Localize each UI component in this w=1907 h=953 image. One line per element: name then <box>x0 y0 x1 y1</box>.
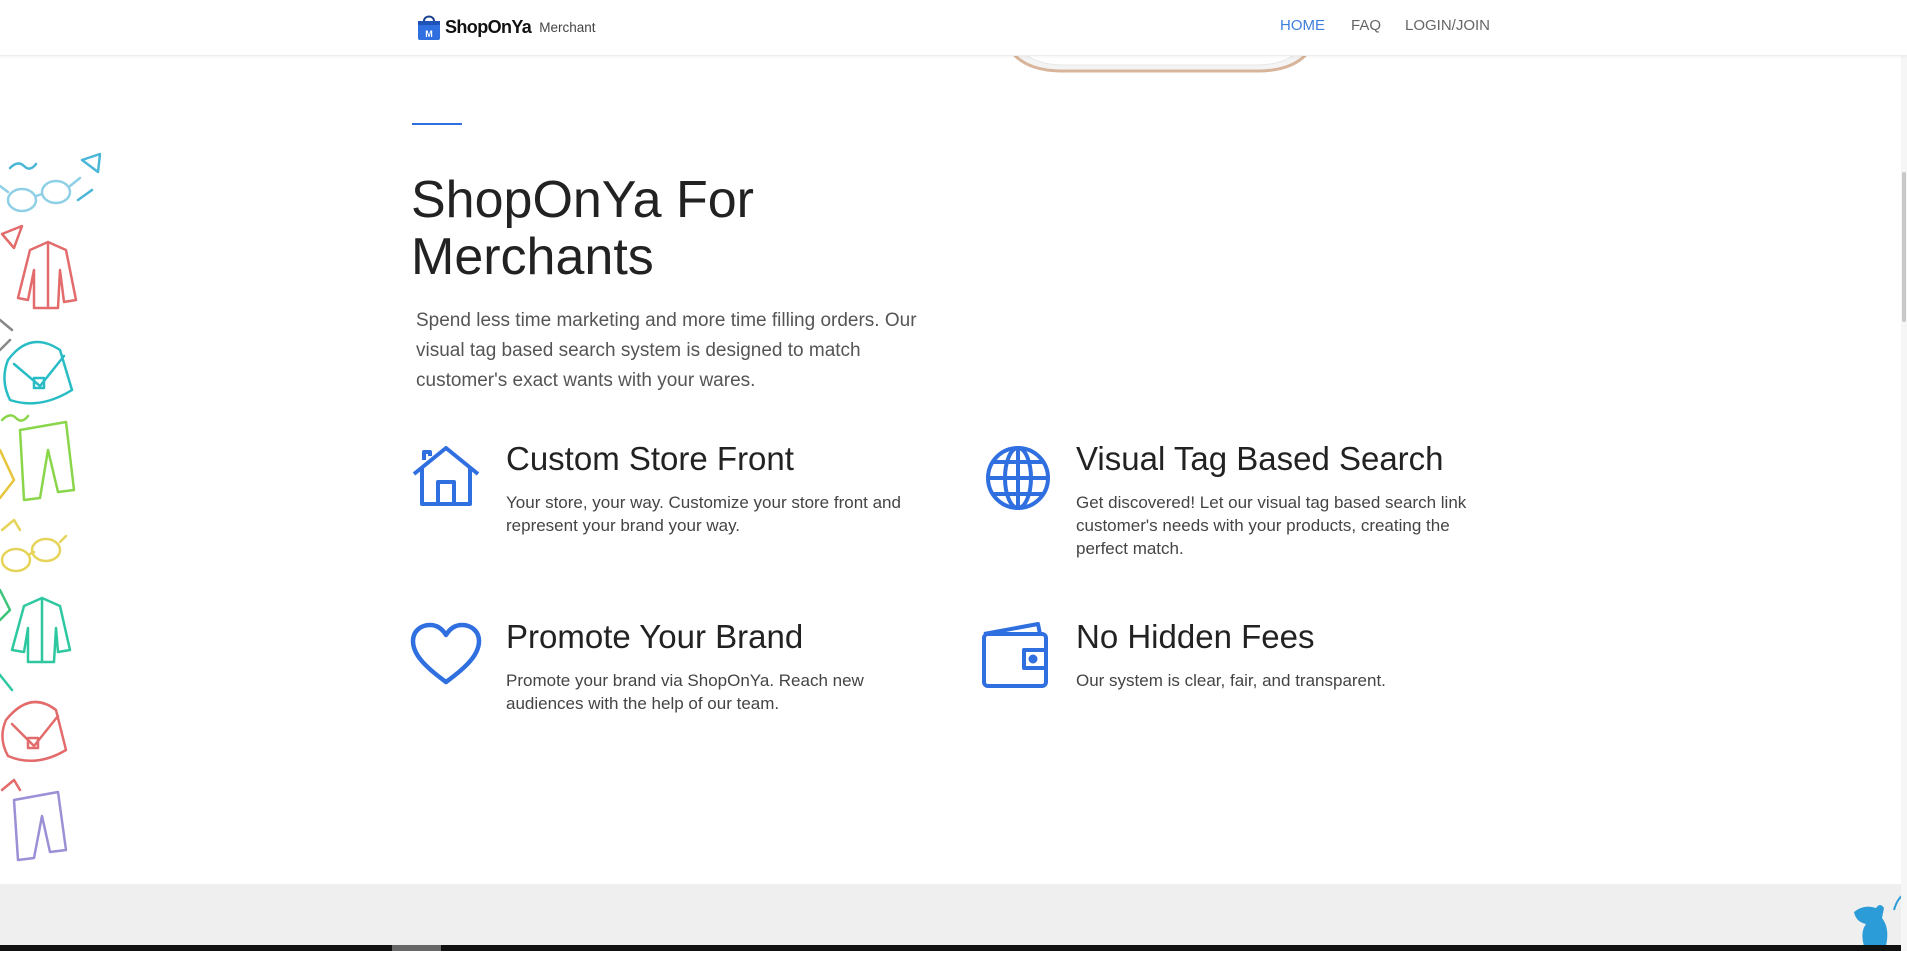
shopping-bag-logo-icon: M <box>416 13 442 41</box>
page-scrollbar[interactable] <box>1901 0 1907 951</box>
heart-icon <box>410 622 482 691</box>
bottom-taskbar-highlight <box>392 945 441 951</box>
nav-login-join-link[interactable]: LOGIN/JOIN <box>1405 17 1490 34</box>
brand-name: ShopOnYa <box>445 16 532 37</box>
feature-desc-no-hidden-fees: Our system is clear, fair, and transpare… <box>1076 671 1386 690</box>
brand-suffix: Merchant <box>539 19 596 35</box>
section-title: ShopOnYa For Merchants <box>411 172 911 286</box>
brand-logo[interactable]: M ShopOnYa Merchant <box>416 11 596 43</box>
house-icon <box>410 444 482 513</box>
feature-title-visual-tag-search: Visual Tag Based Search <box>1076 440 1444 477</box>
section-title-line-2: Merchants <box>411 228 654 286</box>
nav-faq-link[interactable]: FAQ <box>1351 17 1381 34</box>
fashion-doodle-decoration <box>0 150 110 885</box>
feature-desc-promote-brand: Promote your brand via ShopOnYa. Reach n… <box>506 671 864 713</box>
section-accent-rule <box>412 123 462 125</box>
scrollbar-thumb[interactable] <box>1902 172 1906 322</box>
wallet-icon <box>980 620 1052 695</box>
globe-icon <box>984 444 1052 517</box>
section-lead: Spend less time marketing and more time … <box>416 310 917 391</box>
feature-title-promote-brand: Promote Your Brand <box>506 618 804 655</box>
feature-desc-custom-store-front: Your store, your way. Customize your sto… <box>506 493 901 535</box>
svg-text:M: M <box>425 29 433 39</box>
section-title-line-1: ShopOnYa For <box>411 171 755 229</box>
feature-title-custom-store-front: Custom Store Front <box>506 440 794 477</box>
mascot-corner-icon <box>1850 888 1907 948</box>
footer-band <box>0 884 1907 946</box>
top-navbar: M ShopOnYa Merchant HOME FAQ LOGIN/JOIN <box>0 0 1907 56</box>
bottom-taskbar <box>0 945 1907 951</box>
nav-home-link[interactable]: HOME <box>1280 17 1325 34</box>
feature-desc-visual-tag-search: Get discovered! Let our visual tag based… <box>1076 493 1467 558</box>
feature-title-no-hidden-fees: No Hidden Fees <box>1076 618 1315 655</box>
